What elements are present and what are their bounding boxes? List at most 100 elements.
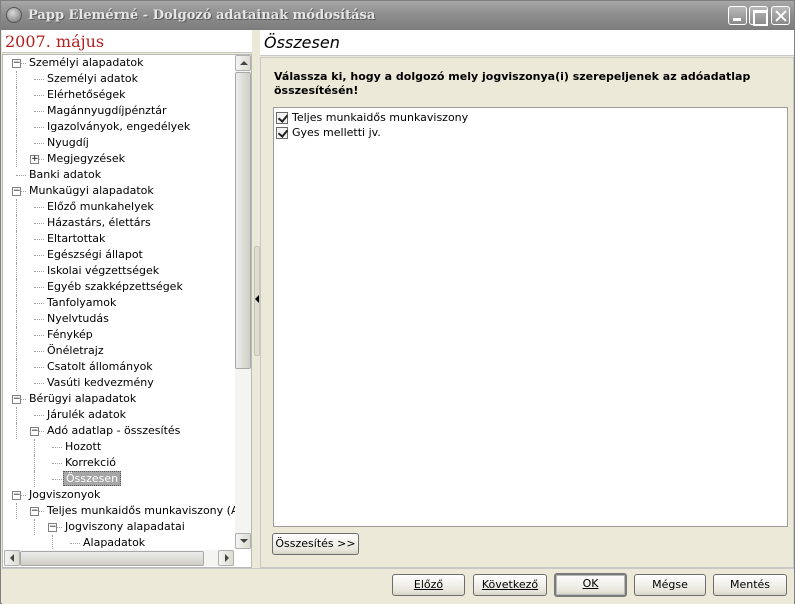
tree-item-label: Vasúti kedvezmény [47,376,154,389]
tree-item[interactable]: Jogviszony alapadatai [63,519,187,535]
tree-item[interactable]: Adó adatlap - összesítés [45,423,182,439]
collapse-minus-icon[interactable]: − [30,427,39,436]
tree-vertical-scroll-thumb[interactable] [235,72,251,369]
main-window: Papp Elemérné - Dolgozó adatainak módosí… [0,0,795,604]
tree-connector [34,127,44,128]
tree-connector [34,439,35,455]
chevron-right-icon [225,554,229,562]
tree-item[interactable]: Bérügyi alapadatok [27,391,138,407]
tree-item[interactable]: Fénykép [45,327,95,343]
tree-item[interactable]: Eltartottak [45,231,107,247]
tree-connector [16,423,17,439]
tree-connector [34,319,44,320]
tree-connector [16,247,17,263]
tree-connector [16,503,17,519]
tree-item[interactable]: Házastárs, élettárs [45,215,153,231]
tree-connector [34,255,44,256]
tree-connector [16,279,17,295]
tree-item-label: Önéletrajz [47,344,104,357]
tree-item[interactable]: Elérhetőségek [45,87,128,103]
tree-item[interactable]: Egyéb szakképzettségek [45,279,185,295]
tree-item[interactable]: Tanfolyamok [45,295,118,311]
summarize-button[interactable]: Összesítés >> [272,533,359,555]
minimize-button[interactable] [728,6,747,25]
tree-connector [34,223,44,224]
ok-button[interactable]: OK [554,573,627,597]
tree-item-label: Teljes munkaidős munkaviszony (Alapér [47,504,252,517]
tree-item[interactable]: Jogviszonyok [27,487,102,503]
tree-item[interactable]: Összesen [63,471,122,487]
tree-connector [16,327,17,343]
tree-item[interactable]: Személyi alapadatok [27,55,146,71]
tree-item[interactable]: Korrekció [63,455,118,471]
section-title: Összesen [264,33,340,52]
previous-button[interactable]: Előző [392,574,465,596]
tree-connector [34,79,44,80]
tree-item[interactable]: Igazolványok, engedélyek [45,119,192,135]
tree-item-label: Tanfolyamok [47,296,117,309]
tree-connector [16,71,17,87]
cancel-button[interactable]: Mégse [634,574,706,596]
tree-connector [34,207,44,208]
tree-item[interactable]: Teljes munkaidős munkaviszony (Alapér [45,503,252,519]
panel-splitter[interactable] [253,30,260,568]
tree-item[interactable]: Nyelvtudás [45,311,111,327]
checkbox-checked-icon[interactable] [276,112,288,124]
scroll-left-button[interactable] [4,550,20,566]
collapse-minus-icon[interactable]: − [12,491,21,500]
tree-item[interactable]: Önéletrajz [45,343,106,359]
title-bar[interactable]: Papp Elemérné - Dolgozó adatainak módosí… [1,1,794,30]
scroll-up-button[interactable] [235,55,251,71]
scroll-right-button[interactable] [218,550,234,566]
tree-item[interactable]: Személyi adatok [45,71,140,87]
collapse-minus-icon[interactable]: − [12,395,21,404]
tree-item[interactable]: Munkaügyi alapadatok [27,183,156,199]
tree-item-label: Nyelvtudás [47,312,109,325]
tree-item[interactable]: Megjegyzések [45,151,127,167]
close-button[interactable] [771,6,790,25]
period-label: 2007. május [5,32,105,51]
collapse-minus-icon[interactable]: − [30,507,39,516]
tree-item-label: Fénykép [47,328,93,341]
save-button[interactable]: Mentés [713,574,787,596]
tree-item[interactable]: Csatolt állományok [45,359,155,375]
tree-connector [16,343,17,359]
collapse-left-icon[interactable] [255,295,259,303]
tree-connector [34,239,44,240]
collapse-minus-icon[interactable]: − [48,523,57,532]
tree-item[interactable]: Banki adatok [27,167,103,183]
chevron-up-icon [240,61,248,65]
tree-item[interactable]: Alapadatok [81,535,147,551]
maximize-button[interactable] [749,6,768,26]
tree-item-label: Hozott [65,440,102,453]
tree-item[interactable]: Magánnyugdíjpénztár [45,103,169,119]
tree-connector [16,407,17,423]
relationship-listbox[interactable] [273,107,788,527]
collapse-minus-icon[interactable]: − [12,187,21,196]
tree-item-label: Bérügyi alapadatok [29,392,137,405]
tree-item[interactable]: Vasúti kedvezmény [45,375,156,391]
checkbox-checked-icon[interactable] [276,127,288,139]
tree-connector [16,151,17,167]
scroll-down-button[interactable] [235,533,251,549]
tree-item[interactable]: Hozott [63,439,103,455]
tree-connector [34,335,44,336]
tree-connector [34,351,44,352]
collapse-minus-icon[interactable]: − [12,59,21,68]
tree-item-label: Alapadatok [83,536,146,549]
tree-item[interactable]: Járulék adatok [45,407,128,423]
app-icon [6,7,22,23]
tree-item-label: Csatolt állományok [47,360,153,373]
tree-connector [16,135,17,151]
tree-item[interactable]: Iskolai végzettségek [45,263,161,279]
tree-connector [16,199,17,215]
tree-item[interactable]: Nyugdíj [45,135,91,151]
tree-item-label: Nyugdíj [47,136,89,149]
tree-item[interactable]: Egészségi állapot [45,247,145,263]
tree-horizontal-scroll-thumb[interactable] [20,551,204,566]
tree-item[interactable]: Előző munkahelyek [45,199,156,215]
navigation-tree[interactable]: − Személyi alapadatok Személyi adatok Elérh… [2,54,252,568]
next-button[interactable]: Következő [473,574,547,596]
tree-connector [16,119,17,135]
expand-plus-icon[interactable]: + [30,155,39,164]
